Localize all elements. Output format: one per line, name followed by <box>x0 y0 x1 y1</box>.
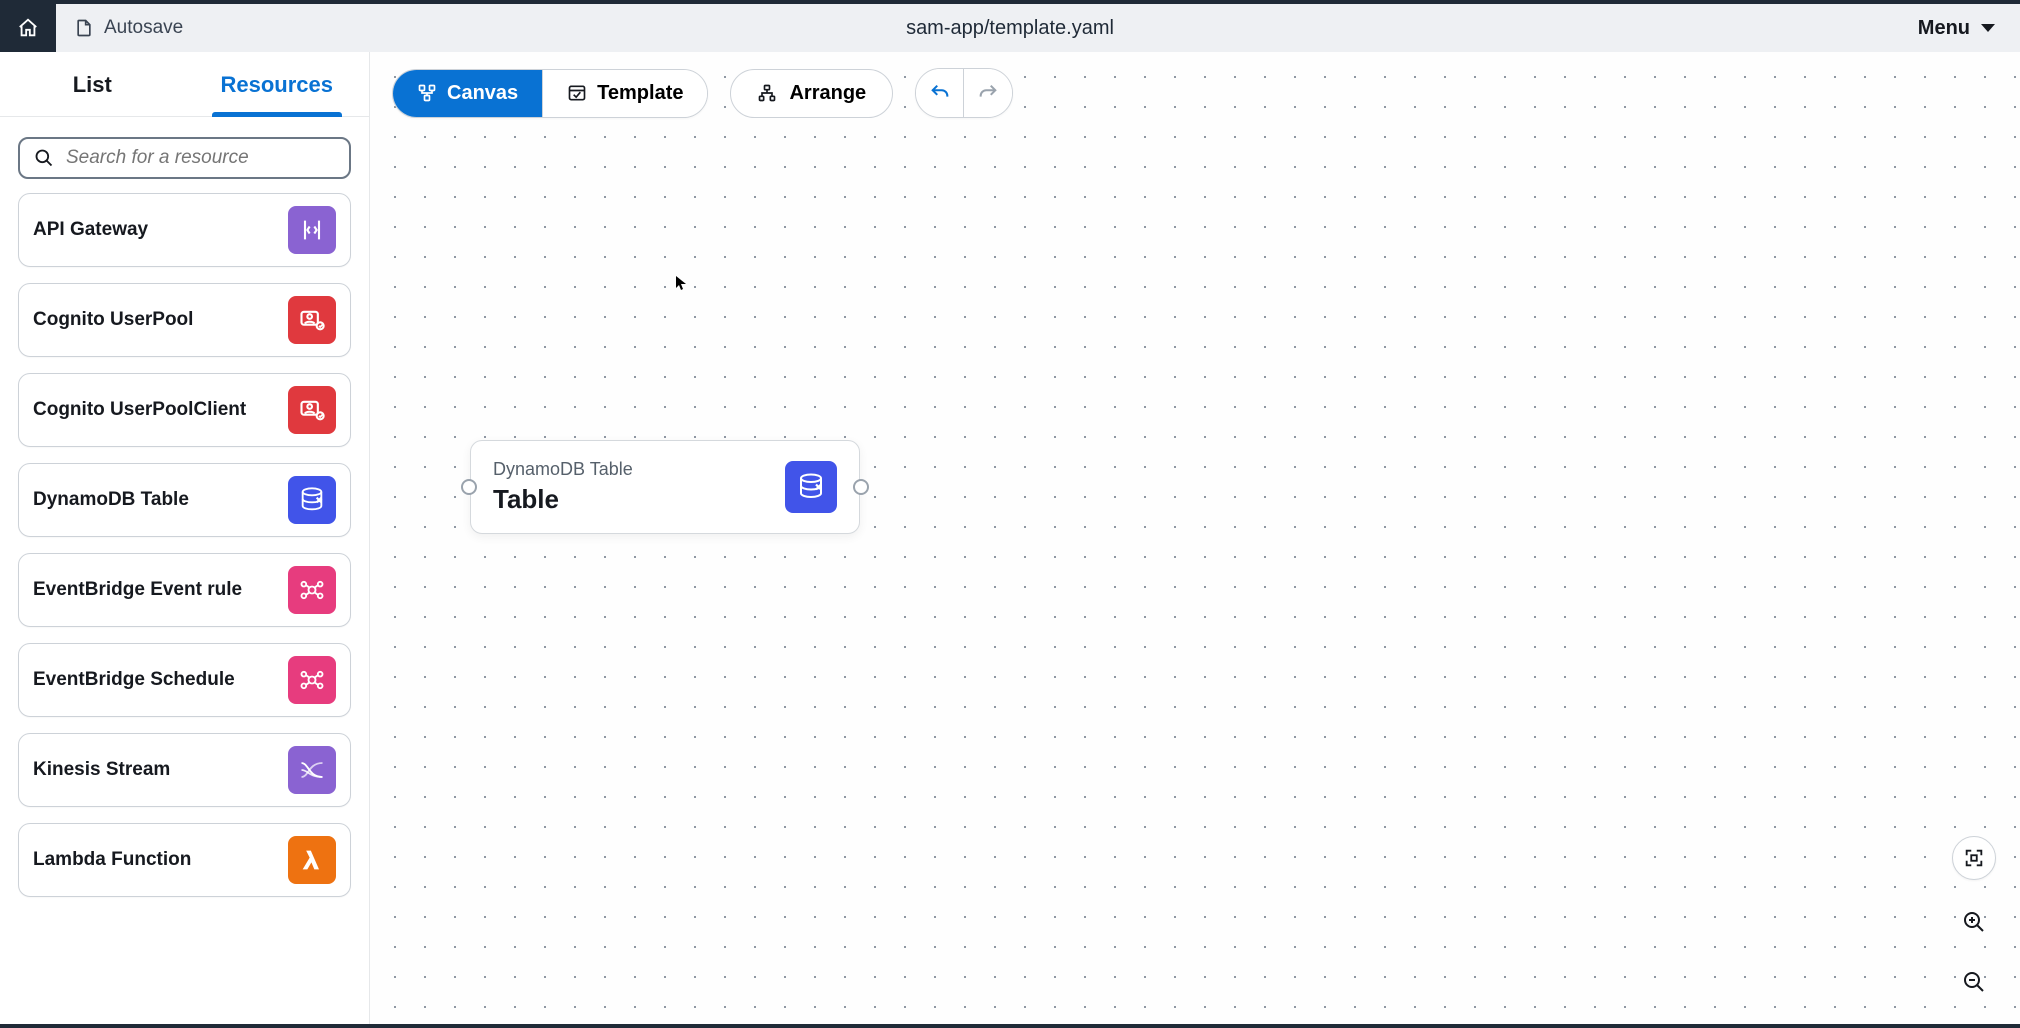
undo-icon <box>929 82 951 104</box>
resource-name: Lambda Function <box>33 849 191 871</box>
canvas-controls <box>1952 836 1996 1000</box>
node-type: DynamoDB Table <box>493 459 633 480</box>
zoom-out-icon <box>1962 970 1986 994</box>
dynamodb-icon <box>288 476 336 524</box>
search-wrap <box>0 117 369 187</box>
document-title: sam-app/template.yaml <box>906 17 1114 40</box>
search-icon <box>34 148 54 168</box>
resource-name: Cognito UserPoolClient <box>33 399 246 421</box>
cognito-icon <box>288 386 336 434</box>
canvas-icon <box>417 83 437 103</box>
autosave-indicator: Autosave <box>56 17 201 39</box>
tab-list[interactable]: List <box>0 52 185 116</box>
kinesis-icon <box>288 746 336 794</box>
arrange-button[interactable]: Arrange <box>730 69 893 118</box>
canvas[interactable]: Canvas Template Arrange <box>370 52 2020 1024</box>
canvas-node-dynamodb-table[interactable]: DynamoDB Table Table <box>470 440 860 534</box>
search-input[interactable] <box>66 147 335 169</box>
resource-card[interactable]: Cognito UserPool <box>18 283 351 357</box>
undo-button[interactable] <box>916 69 964 117</box>
arrange-icon <box>757 83 777 103</box>
resource-card[interactable]: EventBridge Schedule <box>18 643 351 717</box>
redo-icon <box>977 82 999 104</box>
node-title: Table <box>493 484 633 515</box>
template-button-label: Template <box>597 82 683 105</box>
bottom-bar <box>0 1024 2020 1028</box>
resource-name: Cognito UserPool <box>33 309 193 331</box>
template-button[interactable]: Template <box>542 70 707 117</box>
template-icon <box>567 83 587 103</box>
file-icon <box>74 17 94 39</box>
cursor-icon <box>676 276 686 290</box>
home-button[interactable] <box>0 4 56 52</box>
fullscreen-icon <box>1963 847 1985 869</box>
cognito-icon <box>288 296 336 344</box>
resource-name: DynamoDB Table <box>33 489 189 511</box>
view-mode-group: Canvas Template <box>392 69 708 118</box>
resource-name: Kinesis Stream <box>33 759 170 781</box>
eventbridge-icon <box>288 566 336 614</box>
redo-button[interactable] <box>964 69 1012 117</box>
arrange-button-label: Arrange <box>789 82 866 105</box>
canvas-toolbar: Canvas Template Arrange <box>392 68 1013 118</box>
resource-card[interactable]: EventBridge Event rule <box>18 553 351 627</box>
sidebar: List Resources API Gateway Cognito UserPo… <box>0 52 370 1024</box>
canvas-button-label: Canvas <box>447 82 518 105</box>
node-port-left[interactable] <box>461 479 477 495</box>
main-region: List Resources API Gateway Cognito UserPo… <box>0 52 2020 1024</box>
menu-button[interactable]: Menu <box>1918 17 2020 40</box>
resource-card[interactable]: Lambda Function <box>18 823 351 897</box>
resource-name: EventBridge Event rule <box>33 579 242 601</box>
resource-name: EventBridge Schedule <box>33 669 235 691</box>
resource-card[interactable]: Cognito UserPoolClient <box>18 373 351 447</box>
menu-label: Menu <box>1918 17 1970 40</box>
zoom-in-button[interactable] <box>1956 904 1992 940</box>
fit-view-button[interactable] <box>1952 836 1996 880</box>
resource-list: API Gateway Cognito UserPool Cognito UserP… <box>0 187 369 1024</box>
zoom-in-icon <box>1962 910 1986 934</box>
resource-card[interactable]: API Gateway <box>18 193 351 267</box>
chevron-down-icon <box>1980 22 1996 34</box>
resource-card[interactable]: Kinesis Stream <box>18 733 351 807</box>
node-labels: DynamoDB Table Table <box>493 459 633 515</box>
autosave-label: Autosave <box>104 17 183 39</box>
sidebar-tabs: List Resources <box>0 52 369 117</box>
search-box[interactable] <box>18 137 351 179</box>
history-group <box>915 68 1013 118</box>
lambda-icon <box>288 836 336 884</box>
home-icon <box>17 17 39 39</box>
zoom-out-button[interactable] <box>1956 964 1992 1000</box>
top-bar: Autosave sam-app/template.yaml Menu <box>0 0 2020 52</box>
api-gateway-icon <box>288 206 336 254</box>
resource-card[interactable]: DynamoDB Table <box>18 463 351 537</box>
canvas-button[interactable]: Canvas <box>393 70 542 117</box>
resource-name: API Gateway <box>33 219 148 241</box>
eventbridge-icon <box>288 656 336 704</box>
tab-resources[interactable]: Resources <box>185 52 370 116</box>
dynamodb-icon <box>785 461 837 513</box>
node-port-right[interactable] <box>853 479 869 495</box>
